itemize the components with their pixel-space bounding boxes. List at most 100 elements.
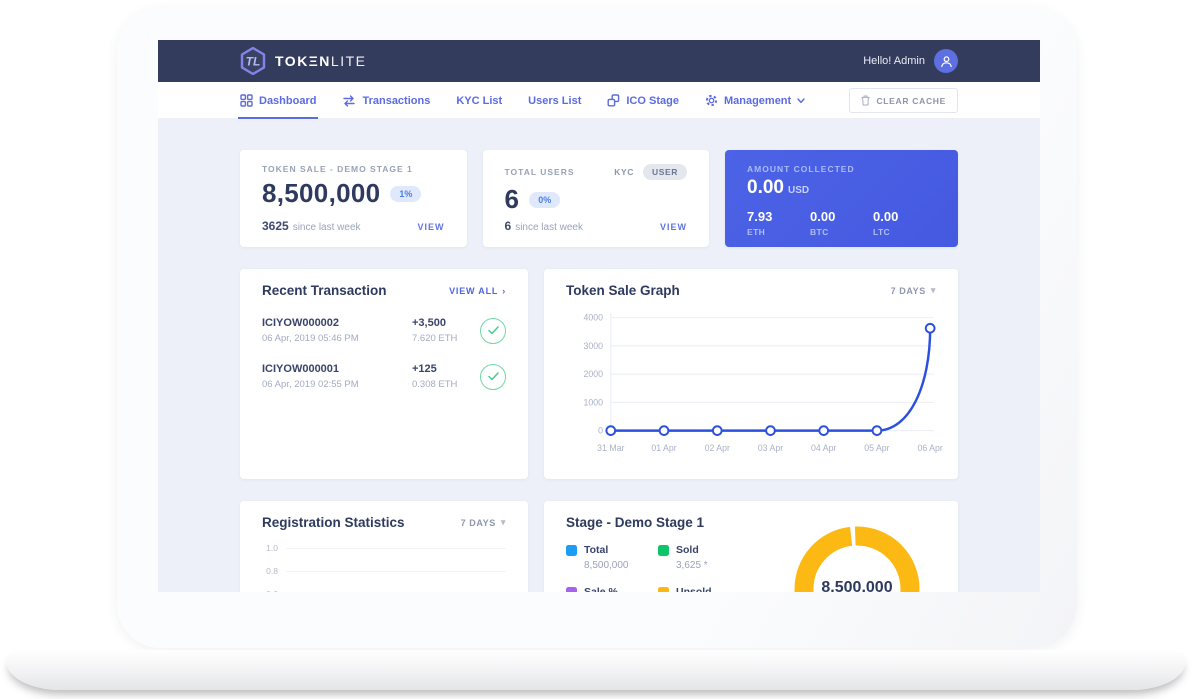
trash-icon: [861, 95, 870, 106]
svg-text:03 Apr: 03 Apr: [758, 443, 783, 453]
token-sale-line-chart: 0100020003000400031 Mar01 Apr02 Apr03 Ap…: [566, 304, 936, 456]
legend-swatch: [566, 545, 577, 556]
transaction-id: ICIYOW000001: [262, 363, 412, 375]
delta-value: 3625: [262, 219, 289, 233]
gear-icon: [705, 94, 718, 107]
transaction-amount: +3,500: [412, 317, 480, 329]
legend-value: 3,625 *: [676, 560, 750, 571]
token-sale-label: TOKEN SALE - DEMO STAGE 1: [262, 164, 445, 174]
eth-label: ETH: [747, 227, 810, 237]
wordmark-light: LITE: [331, 53, 367, 69]
transaction-amount: +125: [412, 363, 480, 375]
toggle-user[interactable]: USER: [643, 164, 687, 180]
transaction-date: 06 Apr, 2019 05:46 PM: [262, 333, 412, 344]
period-label: 7 DAYS: [891, 286, 926, 296]
token-sale-view-link[interactable]: VIEW: [417, 222, 444, 232]
legend-label: Sold: [676, 544, 699, 556]
top-navbar: TL TOKΞNLITE Hello! Admin: [158, 40, 1040, 82]
legend-label: Unsold: [676, 586, 712, 592]
eth-value: 7.93: [747, 209, 772, 224]
amount-usd-value: 0.00: [747, 177, 784, 198]
nav-tabs: Dashboard Transactions KYC List Users Li…: [240, 82, 805, 119]
legend-swatch: [658, 545, 669, 556]
brand-logo[interactable]: TL TOKΞNLITE: [240, 47, 367, 75]
stage-card: Stage - Demo Stage 1 Total 8,500,000: [544, 501, 958, 592]
clear-cache-button[interactable]: CLEAR CACHE: [849, 88, 958, 113]
legend-item-sale-pct: Sale %: [566, 586, 658, 592]
amount-ltc: 0.00 LTC: [873, 208, 936, 237]
token-sale-value: 8,500,000: [262, 178, 380, 209]
btc-value: 0.00: [810, 209, 835, 224]
tab-label: KYC List: [456, 95, 502, 107]
axis-tick: 0.8: [262, 566, 506, 576]
token-sale-graph-card: Token Sale Graph 7 DAYS▾ 010002000300040…: [544, 269, 958, 479]
stage-legend: Total 8,500,000 Sold 3,625 *: [566, 544, 766, 592]
clear-cache-label: CLEAR CACHE: [876, 96, 946, 106]
amount-btc: 0.00 BTC: [810, 208, 873, 237]
total-users-view-link[interactable]: VIEW: [660, 222, 687, 232]
gridline: [286, 571, 506, 572]
toggle-kyc[interactable]: KYC: [614, 167, 634, 177]
svg-text:4000: 4000: [584, 313, 604, 323]
chevron-down-icon: [797, 98, 805, 104]
stage-donut-gauge: 8,500,000 TLE: [782, 511, 932, 592]
svg-text:1000: 1000: [584, 397, 604, 407]
tab-kyc-list[interactable]: KYC List: [456, 82, 502, 119]
svg-text:06 Apr: 06 Apr: [918, 443, 943, 453]
view-all-label: VIEW ALL: [449, 286, 498, 296]
tab-label: Users List: [528, 95, 581, 107]
svg-text:02 Apr: 02 Apr: [705, 443, 730, 453]
amount-collected-main: 0.00 USD: [747, 177, 936, 199]
transaction-row[interactable]: ICIYOW000002 06 Apr, 2019 05:46 PM +3,50…: [262, 317, 506, 344]
brand-wordmark: TOKΞNLITE: [275, 53, 367, 69]
tab-ico-stage[interactable]: ICO Stage: [607, 82, 679, 119]
graph-period-dropdown[interactable]: 7 DAYS▾: [891, 285, 936, 296]
btc-label: BTC: [810, 227, 873, 237]
transaction-converted: 7.620 ETH: [412, 333, 480, 344]
tick-label: 0.8: [262, 566, 278, 576]
delta-suffix: since last week: [293, 222, 361, 233]
cubes-icon: [607, 94, 620, 107]
registration-statistics-card: Registration Statistics 7 DAYS▾ 1.0 0.8 …: [240, 501, 528, 592]
person-icon: [940, 55, 953, 68]
svg-text:3000: 3000: [584, 341, 604, 351]
gauge-center-value: 8,500,000: [821, 579, 892, 593]
view-all-link[interactable]: VIEW ALL›: [449, 286, 506, 296]
tab-transactions[interactable]: Transactions: [342, 82, 430, 119]
transaction-id: ICIYOW000002: [262, 317, 412, 329]
amount-eth: 7.93 ETH: [747, 208, 810, 237]
total-users-label: TOTAL USERS: [505, 167, 575, 177]
tick-label: 0.6: [262, 589, 278, 592]
legend-item-unsold: Unsold: [658, 586, 750, 592]
total-users-delta: 6since last week: [505, 217, 584, 235]
transaction-row[interactable]: ICIYOW000001 06 Apr, 2019 02:55 PM +125 …: [262, 363, 506, 390]
tab-users-list[interactable]: Users List: [528, 82, 581, 119]
grid-icon: [240, 94, 253, 107]
registration-period-dropdown[interactable]: 7 DAYS▾: [461, 517, 506, 528]
axis-tick: 1.0: [262, 543, 506, 553]
tab-label: ICO Stage: [626, 95, 679, 107]
svg-text:31 Mar: 31 Mar: [597, 443, 624, 453]
svg-text:04 Apr: 04 Apr: [811, 443, 836, 453]
period-label: 7 DAYS: [461, 518, 496, 528]
registration-statistics-title: Registration Statistics: [262, 515, 405, 530]
recent-transactions-title: Recent Transaction: [262, 283, 387, 298]
user-avatar[interactable]: [934, 49, 958, 73]
token-sale-card: TOKEN SALE - DEMO STAGE 1 8,500,000 1% 3…: [240, 150, 467, 247]
user-area: Hello! Admin: [863, 49, 958, 73]
main-nav: Dashboard Transactions KYC List Users Li…: [158, 82, 1040, 119]
brand-hexagon-icon: TL: [240, 47, 266, 75]
tab-label: Management: [724, 95, 791, 107]
delta-suffix: since last week: [515, 222, 583, 233]
transaction-date: 06 Apr, 2019 02:55 PM: [262, 379, 412, 390]
tab-dashboard[interactable]: Dashboard: [240, 82, 316, 119]
brand-monogram: TL: [246, 55, 261, 69]
axis-tick: 0.6: [262, 589, 506, 592]
svg-text:0: 0: [598, 426, 603, 436]
tab-management[interactable]: Management: [705, 82, 805, 119]
legend-label: Total: [584, 544, 608, 556]
dashboard-content: TOKEN SALE - DEMO STAGE 1 8,500,000 1% 3…: [158, 119, 1040, 592]
svg-text:01 Apr: 01 Apr: [651, 443, 676, 453]
amount-usd-currency: USD: [788, 185, 809, 196]
stage-title: Stage - Demo Stage 1: [566, 515, 704, 530]
